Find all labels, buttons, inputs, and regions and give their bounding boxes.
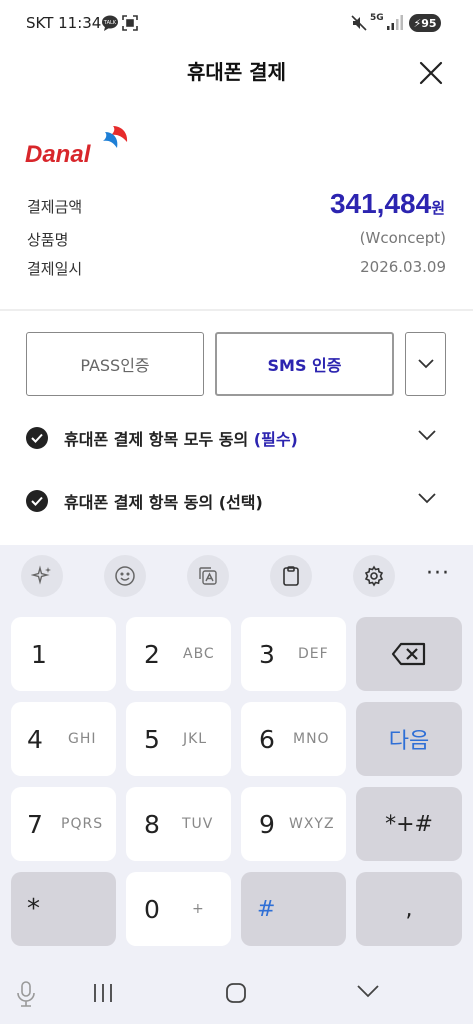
backspace-key[interactable] — [356, 617, 462, 691]
key-6[interactable]: 6 MNO — [241, 702, 346, 776]
agreement-label: 휴대폰 결제 항목 동의 (선택) — [64, 493, 263, 512]
key-0[interactable]: 0 + — [126, 872, 231, 946]
key-8[interactable]: 8 TUV — [126, 787, 231, 861]
next-key[interactable]: 다음 — [356, 702, 462, 776]
page-title: 휴대폰 결제 — [187, 60, 286, 84]
screenshot-icon — [122, 15, 138, 31]
comma-key[interactable]: , — [356, 872, 462, 946]
sparkle-icon[interactable] — [21, 555, 63, 597]
home-icon[interactable] — [225, 982, 247, 1004]
check-circle-icon[interactable] — [26, 490, 48, 512]
key-2[interactable]: 2 ABC — [126, 617, 231, 691]
agree-all-required[interactable]: 휴대폰 결제 항목 모두 동의 (필수) — [26, 423, 446, 453]
svg-text:TALK: TALK — [103, 20, 117, 26]
carrier-time: SKT 11:34 — [26, 14, 102, 32]
more-options-icon[interactable]: ··· — [426, 561, 450, 586]
clipboard-icon[interactable] — [270, 555, 312, 597]
date-value: 2026.03.09 — [360, 258, 446, 276]
chevron-down-icon[interactable] — [418, 493, 436, 504]
amount-unit: 원 — [431, 200, 445, 217]
pass-auth-button[interactable]: PASS인증 — [26, 332, 204, 396]
key-9[interactable]: 9 WXYZ — [241, 787, 346, 861]
amount-value: 341,484원 — [330, 188, 445, 220]
required-tag: (필수) — [253, 430, 298, 449]
key-3[interactable]: 3 DEF — [241, 617, 346, 691]
agreement-label: 휴대폰 결제 항목 모두 동의 (필수) — [64, 430, 298, 449]
microphone-icon[interactable] — [16, 981, 36, 1007]
network-type: 5G — [370, 13, 384, 23]
danal-logo: Danal — [25, 124, 135, 168]
more-auth-button[interactable] — [405, 332, 446, 396]
check-circle-icon[interactable] — [26, 427, 48, 449]
hash-key[interactable]: # — [241, 872, 346, 946]
amount-label: 결제금액 — [27, 198, 83, 216]
star-key[interactable]: * — [11, 872, 116, 946]
key-4[interactable]: 4 GHI — [11, 702, 116, 776]
svg-text:Danal: Danal — [25, 141, 92, 168]
backspace-icon — [391, 642, 426, 666]
back-chevron-icon[interactable] — [357, 985, 379, 999]
status-bar: SKT 11:34 TALK 5G ⚡ 95 — [0, 0, 473, 46]
mute-icon — [351, 15, 367, 31]
chevron-down-icon — [417, 359, 434, 369]
recent-apps-icon[interactable] — [92, 983, 114, 1003]
emoji-icon[interactable] — [104, 555, 146, 597]
battery-indicator: ⚡ 95 — [409, 14, 441, 32]
signal-icon — [387, 15, 403, 30]
translate-icon[interactable] — [187, 555, 229, 597]
talk-icon: TALK — [102, 15, 118, 31]
navigation-bar — [0, 965, 473, 1024]
product-value: (Wconcept) — [359, 229, 446, 247]
symbols-key[interactable]: *+# — [356, 787, 462, 861]
agree-optional[interactable]: 휴대폰 결제 항목 동의 (선택) — [26, 486, 446, 516]
numeric-keyboard: ··· 1 2 ABC 3 DEF 4 GHI 5 JKL 6 MNO 다음 7 PQRS … — [0, 545, 473, 965]
chevron-down-icon[interactable] — [418, 430, 436, 441]
key-7[interactable]: 7 PQRS — [11, 787, 116, 861]
section-divider — [0, 309, 473, 311]
sms-auth-button[interactable]: SMS 인증 — [215, 332, 394, 396]
date-label: 결제일시 — [27, 260, 83, 278]
close-icon[interactable] — [418, 60, 444, 86]
product-label: 상품명 — [27, 231, 69, 249]
key-5[interactable]: 5 JKL — [126, 702, 231, 776]
amount-number: 341,484 — [329, 188, 432, 219]
key-1[interactable]: 1 — [11, 617, 116, 691]
settings-icon[interactable] — [353, 555, 395, 597]
